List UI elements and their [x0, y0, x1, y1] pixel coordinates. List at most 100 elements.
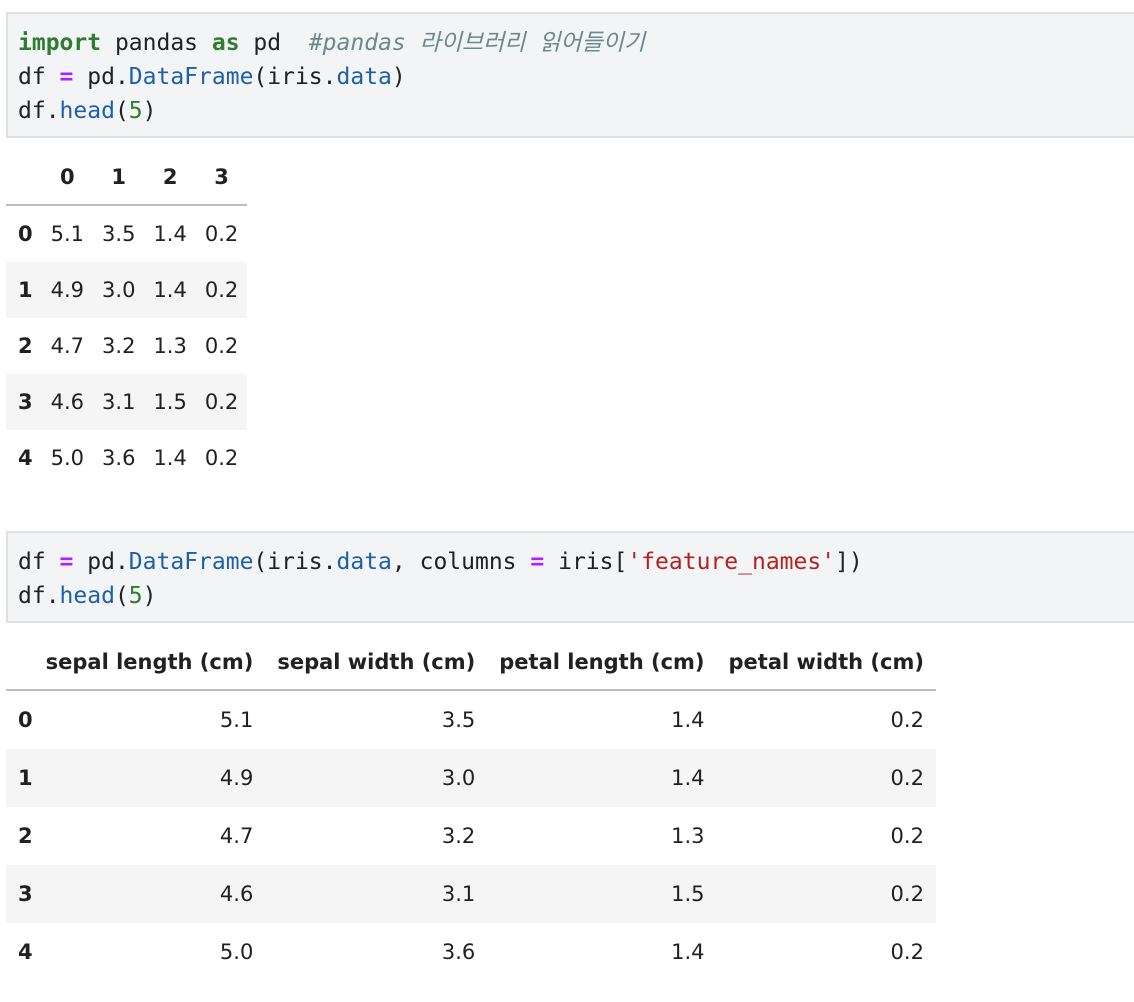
table-row: 2 4.7 3.2 1.3 0.2	[6, 807, 936, 865]
table-cell: 3.2	[441, 824, 476, 848]
table-row: 0 5.1 3.5 1.4 0.2	[6, 205, 247, 262]
table-cell: 0.2	[204, 334, 239, 358]
code-cell-2[interactable]: df = pd.DataFrame(iris.data, columns = i…	[6, 531, 1134, 623]
row-index: 0	[18, 222, 33, 246]
dataframe-output-2: sepal length (cm) sepal width (cm) petal…	[6, 635, 936, 981]
column-header	[6, 150, 42, 206]
column-header	[6, 635, 34, 691]
code-text: iris[	[544, 549, 628, 575]
table-cell: 4.7	[219, 824, 254, 848]
attribute: data	[336, 64, 392, 90]
table-row: 1 4.9 3.0 1.4 0.2	[6, 262, 248, 318]
code-text: )	[391, 64, 406, 90]
column-header: 1	[93, 150, 145, 206]
column-header: petal width (cm)	[716, 635, 936, 691]
row-index: 1	[18, 766, 33, 790]
code-text: pandas	[101, 30, 212, 56]
table-cell: 4.6	[219, 882, 254, 906]
operator: =	[59, 549, 74, 575]
table-cell: 1.4	[153, 446, 187, 470]
code-text: df.	[18, 98, 60, 124]
code-text: df	[18, 549, 60, 575]
table-cell: 1.5	[671, 882, 705, 906]
table-cell: 4.9	[50, 278, 85, 302]
code-text: pd.	[73, 64, 129, 90]
table-cell: 5.1	[50, 222, 85, 246]
table-row: 1 4.9 3.0 1.4 0.2	[6, 749, 936, 807]
column-header: 2	[144, 150, 196, 206]
method-name: head	[59, 98, 115, 124]
code-text: df	[18, 64, 60, 90]
table-cell: 5.1	[219, 708, 254, 732]
table-cell: 0.2	[890, 882, 924, 906]
code-line: import pandas as pd #pandas 라이브러리 읽어들이기	[18, 26, 1124, 60]
code-text: pd.	[73, 549, 129, 575]
table-cell: 0.2	[204, 222, 239, 246]
row-index: 3	[18, 390, 33, 414]
table-cell: 3.0	[102, 278, 136, 302]
table-cell: 1.4	[671, 708, 705, 732]
number-literal: 5	[128, 583, 143, 609]
code-text: pd	[239, 30, 309, 56]
code-text: (	[114, 98, 129, 124]
row-index: 1	[18, 278, 33, 302]
table-row: 0 5.1 3.5 1.4 0.2	[6, 690, 936, 749]
method-name: head	[59, 583, 115, 609]
row-index: 4	[18, 446, 33, 470]
table-cell: 1.4	[153, 278, 187, 302]
table-row: 4 5.0 3.6 1.4 0.2	[6, 923, 936, 981]
number-literal: 5	[128, 98, 143, 124]
table-cell: 0.2	[890, 766, 924, 790]
code-comment: #pandas 라이브러리 읽어들이기	[308, 30, 646, 56]
table-cell: 1.4	[671, 940, 705, 964]
column-header: sepal width (cm)	[265, 635, 488, 691]
table-cell: 1.5	[153, 390, 187, 414]
table-cell: 1.4	[671, 766, 705, 790]
table-cell: 4.9	[219, 766, 254, 790]
keyword: as	[211, 30, 240, 56]
code-line: df = pd.DataFrame(iris.data, columns = i…	[18, 545, 1124, 579]
row-index: 0	[18, 708, 33, 732]
table-cell: 3.6	[102, 446, 136, 470]
table-row: 3 4.6 3.1 1.5 0.2	[6, 865, 936, 923]
table-cell: 3.6	[441, 940, 476, 964]
code-line: df.head(5)	[18, 579, 1124, 613]
code-text: )	[142, 583, 157, 609]
operator: =	[59, 64, 74, 90]
table-cell: 3.5	[102, 222, 136, 246]
table-cell: 1.3	[153, 334, 187, 358]
table-row: 2 4.7 3.2 1.3 0.2	[6, 318, 247, 374]
table-cell: 3.5	[441, 708, 476, 732]
table-cell: 5.0	[50, 446, 85, 470]
table-cell: 0.2	[204, 390, 239, 414]
table-row: 3 4.6 3.1 1.5 0.2	[6, 374, 248, 430]
table-cell: 5.0	[219, 940, 254, 964]
table-cell: 3.1	[102, 390, 136, 414]
code-text: ])	[835, 549, 863, 575]
code-line: df = pd.DataFrame(iris.data)	[18, 60, 1124, 94]
code-text: , columns	[391, 549, 531, 575]
table-row: 4 5.0 3.6 1.4 0.2	[6, 430, 247, 486]
code-cell-1[interactable]: import pandas as pd #pandas 라이브러리 읽어들이기 d…	[6, 12, 1134, 138]
code-text: (iris.	[253, 64, 337, 90]
code-text: )	[142, 98, 157, 124]
class-name: DataFrame	[128, 549, 254, 575]
code-line: df.head(5)	[18, 94, 1124, 128]
class-name: DataFrame	[128, 64, 254, 90]
table-cell: 4.7	[50, 334, 85, 358]
code-text: (	[114, 583, 129, 609]
table-cell: 3.2	[102, 334, 136, 358]
row-index: 2	[18, 824, 33, 848]
table-cell: 0.2	[890, 824, 924, 848]
keyword: import	[18, 30, 102, 56]
code-text: df.	[18, 583, 60, 609]
table-cell: 0.2	[890, 940, 924, 964]
table-cell: 3.0	[441, 766, 476, 790]
table-cell: 1.3	[671, 824, 705, 848]
table-cell: 0.2	[204, 446, 239, 470]
string-literal: 'feature_names'	[627, 549, 836, 575]
column-header: petal length (cm)	[487, 635, 717, 691]
operator: =	[530, 549, 545, 575]
table-cell: 0.2	[204, 278, 239, 302]
row-index: 4	[18, 940, 33, 964]
